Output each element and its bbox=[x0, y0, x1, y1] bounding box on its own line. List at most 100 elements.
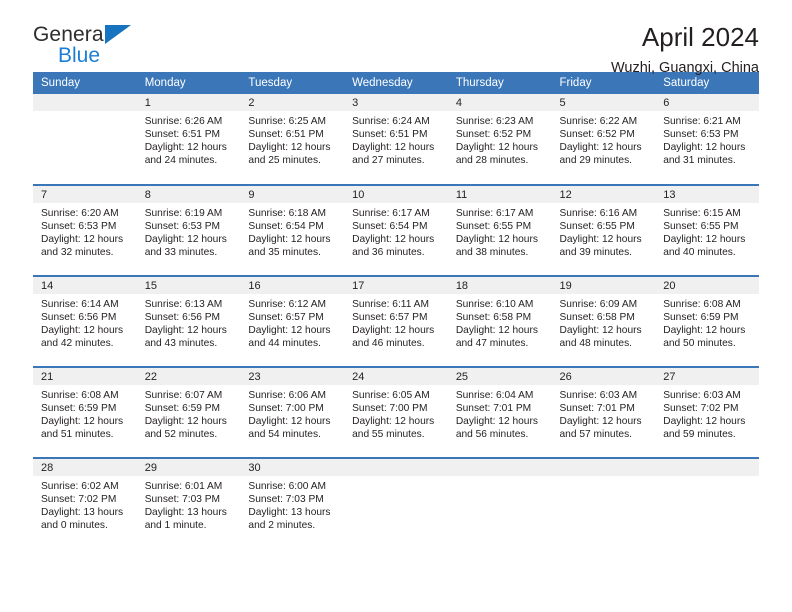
day-detail-line: Daylight: 12 hours bbox=[455, 325, 538, 337]
day-detail-line: Daylight: 12 hours bbox=[248, 416, 331, 428]
day-cell[interactable]: 6 Sunrise: 6:21 AM Sunset: 6:53 PM Daylight… bbox=[655, 94, 759, 185]
day-detail-line: Daylight: 12 hours bbox=[352, 416, 435, 428]
day-cell[interactable]: 2 Sunrise: 6:25 AM Sunset: 6:51 PM Daylight… bbox=[240, 94, 345, 185]
day-detail-line: Daylight: 12 hours bbox=[41, 325, 124, 337]
day-details bbox=[344, 476, 448, 480]
day-detail-line: Sunrise: 6:15 AM bbox=[663, 208, 741, 219]
day-cell[interactable]: 19 Sunrise: 6:09 AM Sunset: 6:58 PM Dayligh… bbox=[551, 275, 656, 367]
day-details: Sunrise: 6:09 AM Sunset: 6:58 PM Daylight:… bbox=[552, 294, 656, 350]
day-cell-empty bbox=[344, 457, 448, 549]
day-cell[interactable]: 5 Sunrise: 6:22 AM Sunset: 6:52 PM Daylight… bbox=[551, 94, 656, 185]
calendar-week-row: 14 Sunrise: 6:14 AM Sunset: 6:56 PM Dayligh… bbox=[33, 275, 759, 367]
day-detail-line: Daylight: 13 hours bbox=[248, 507, 331, 519]
day-cell[interactable]: 25 Sunrise: 6:04 AM Sunset: 7:01 PM Dayligh… bbox=[447, 366, 552, 458]
day-cell-inner: 12 Sunrise: 6:16 AM Sunset: 6:55 PM Dayligh… bbox=[551, 186, 656, 275]
day-number: 13 bbox=[655, 186, 759, 203]
day-cell[interactable]: 18 Sunrise: 6:10 AM Sunset: 6:58 PM Dayligh… bbox=[447, 275, 552, 367]
weekday-header-thursday: Thursday bbox=[447, 72, 552, 94]
day-detail-line: Daylight: 12 hours bbox=[248, 142, 331, 154]
day-detail-line: Daylight: 12 hours bbox=[663, 325, 746, 337]
day-cell-inner bbox=[655, 459, 759, 549]
day-detail-line: and 51 minutes. bbox=[41, 429, 114, 441]
day-detail-line: Daylight: 12 hours bbox=[144, 234, 227, 246]
day-detail-line: Sunrise: 6:06 AM bbox=[248, 390, 326, 401]
day-cell-inner: 16 Sunrise: 6:12 AM Sunset: 6:57 PM Dayligh… bbox=[240, 277, 345, 366]
day-cell[interactable]: 16 Sunrise: 6:12 AM Sunset: 6:57 PM Dayligh… bbox=[240, 275, 345, 367]
day-detail-line: and 46 minutes. bbox=[352, 338, 425, 350]
day-number: 5 bbox=[551, 94, 656, 111]
day-number: 22 bbox=[136, 368, 241, 385]
day-cell[interactable]: 30 Sunrise: 6:00 AM Sunset: 7:03 PM Dayligh… bbox=[240, 457, 345, 549]
day-detail-line: Sunrise: 6:00 AM bbox=[248, 481, 326, 492]
day-details: Sunrise: 6:16 AM Sunset: 6:55 PM Daylight:… bbox=[552, 203, 656, 259]
day-detail-line: Sunrise: 6:05 AM bbox=[352, 390, 430, 401]
day-cell[interactable]: 15 Sunrise: 6:13 AM Sunset: 6:56 PM Dayligh… bbox=[136, 275, 241, 367]
day-detail-line: Sunrise: 6:17 AM bbox=[352, 208, 430, 219]
day-cell[interactable]: 20 Sunrise: 6:08 AM Sunset: 6:59 PM Dayligh… bbox=[655, 275, 759, 367]
general-blue-logo: General Blue bbox=[33, 22, 163, 67]
day-cell[interactable]: 11 Sunrise: 6:17 AM Sunset: 6:55 PM Dayligh… bbox=[447, 184, 552, 276]
day-cell[interactable]: 28 Sunrise: 6:02 AM Sunset: 7:02 PM Dayligh… bbox=[33, 457, 137, 549]
day-cell[interactable]: 13 Sunrise: 6:15 AM Sunset: 6:55 PM Dayligh… bbox=[655, 184, 759, 276]
calendar-week-row: 7 Sunrise: 6:20 AM Sunset: 6:53 PM Daylight… bbox=[33, 184, 759, 276]
day-detail-line: Daylight: 12 hours bbox=[455, 142, 538, 154]
calendar-week-row: 28 Sunrise: 6:02 AM Sunset: 7:02 PM Dayligh… bbox=[33, 457, 759, 549]
day-cell[interactable]: 23 Sunrise: 6:06 AM Sunset: 7:00 PM Dayligh… bbox=[240, 366, 345, 458]
day-detail-line: Daylight: 12 hours bbox=[144, 142, 227, 154]
day-details: Sunrise: 6:12 AM Sunset: 6:57 PM Daylight:… bbox=[240, 294, 344, 350]
day-cell[interactable]: 9 Sunrise: 6:18 AM Sunset: 6:54 PM Daylight… bbox=[240, 184, 345, 276]
day-detail-line: Sunset: 6:56 PM bbox=[144, 312, 221, 324]
day-cell[interactable]: 17 Sunrise: 6:11 AM Sunset: 6:57 PM Dayligh… bbox=[344, 275, 448, 367]
day-cell-inner: 11 Sunrise: 6:17 AM Sunset: 6:55 PM Dayligh… bbox=[447, 186, 552, 275]
day-detail-line: and 28 minutes. bbox=[455, 155, 529, 167]
day-cell[interactable]: 27 Sunrise: 6:03 AM Sunset: 7:02 PM Dayligh… bbox=[655, 366, 759, 458]
day-cell-inner bbox=[33, 94, 137, 184]
day-detail-line: and 57 minutes. bbox=[559, 429, 633, 441]
day-detail-line: Sunrise: 6:16 AM bbox=[559, 208, 638, 219]
day-details: Sunrise: 6:22 AM Sunset: 6:52 PM Daylight:… bbox=[552, 111, 656, 167]
day-detail-line: and 44 minutes. bbox=[248, 338, 321, 350]
day-cell-inner: 20 Sunrise: 6:08 AM Sunset: 6:59 PM Dayligh… bbox=[655, 277, 759, 366]
day-cell[interactable]: 26 Sunrise: 6:03 AM Sunset: 7:01 PM Dayligh… bbox=[551, 366, 656, 458]
calendar-page: General Blue April 2024 Wuzhi, Guangxi, … bbox=[0, 0, 792, 612]
day-details: Sunrise: 6:17 AM Sunset: 6:54 PM Daylight:… bbox=[344, 203, 448, 259]
day-number: 20 bbox=[655, 277, 759, 294]
day-detail-line: Daylight: 13 hours bbox=[144, 507, 227, 519]
day-detail-line: Sunset: 7:02 PM bbox=[41, 494, 117, 506]
day-cell-inner: 2 Sunrise: 6:25 AM Sunset: 6:51 PM Daylight… bbox=[240, 94, 345, 184]
day-cell[interactable]: 29 Sunrise: 6:01 AM Sunset: 7:03 PM Dayligh… bbox=[136, 457, 241, 549]
day-detail-line: Daylight: 12 hours bbox=[352, 142, 435, 154]
day-cell[interactable]: 24 Sunrise: 6:05 AM Sunset: 7:00 PM Dayligh… bbox=[344, 366, 448, 458]
day-details: Sunrise: 6:02 AM Sunset: 7:02 PM Daylight:… bbox=[33, 476, 137, 532]
day-cell[interactable]: 1 Sunrise: 6:26 AM Sunset: 6:51 PM Daylight… bbox=[136, 94, 241, 185]
day-number: 11 bbox=[447, 186, 552, 203]
day-cell-inner: 17 Sunrise: 6:11 AM Sunset: 6:57 PM Dayligh… bbox=[344, 277, 448, 366]
day-detail-line: Sunset: 6:53 PM bbox=[41, 221, 117, 233]
day-cell[interactable]: 7 Sunrise: 6:20 AM Sunset: 6:53 PM Daylight… bbox=[33, 184, 137, 276]
day-cell[interactable]: 12 Sunrise: 6:16 AM Sunset: 6:55 PM Dayligh… bbox=[551, 184, 656, 276]
day-number: 12 bbox=[551, 186, 656, 203]
day-detail-line: Sunrise: 6:01 AM bbox=[144, 481, 223, 492]
day-cell[interactable]: 14 Sunrise: 6:14 AM Sunset: 6:56 PM Dayligh… bbox=[33, 275, 137, 367]
day-detail-line: Sunrise: 6:25 AM bbox=[248, 116, 326, 127]
day-detail-line: Daylight: 12 hours bbox=[248, 325, 331, 337]
day-cell[interactable]: 21 Sunrise: 6:08 AM Sunset: 6:59 PM Dayligh… bbox=[33, 366, 137, 458]
day-detail-line: Daylight: 12 hours bbox=[559, 234, 642, 246]
day-detail-line: Sunset: 7:03 PM bbox=[248, 494, 324, 506]
day-cell-inner: 15 Sunrise: 6:13 AM Sunset: 6:56 PM Dayligh… bbox=[136, 277, 241, 366]
day-detail-line: Sunset: 6:55 PM bbox=[455, 221, 532, 233]
day-cell[interactable]: 3 Sunrise: 6:24 AM Sunset: 6:51 PM Daylight… bbox=[344, 94, 448, 185]
day-details bbox=[655, 476, 759, 480]
day-detail-line: Sunset: 6:57 PM bbox=[248, 312, 324, 324]
day-detail-line: and 32 minutes. bbox=[41, 247, 114, 259]
day-cell[interactable]: 22 Sunrise: 6:07 AM Sunset: 6:59 PM Dayligh… bbox=[136, 366, 241, 458]
day-details: Sunrise: 6:25 AM Sunset: 6:51 PM Daylight:… bbox=[240, 111, 344, 167]
day-cell[interactable]: 10 Sunrise: 6:17 AM Sunset: 6:54 PM Dayligh… bbox=[344, 184, 448, 276]
day-detail-line: Sunrise: 6:07 AM bbox=[144, 390, 223, 401]
day-number: 28 bbox=[33, 459, 137, 476]
day-cell[interactable]: 8 Sunrise: 6:19 AM Sunset: 6:53 PM Daylight… bbox=[136, 184, 241, 276]
day-number: 15 bbox=[136, 277, 241, 294]
day-number: 29 bbox=[136, 459, 241, 476]
day-cell[interactable]: 4 Sunrise: 6:23 AM Sunset: 6:52 PM Daylight… bbox=[447, 94, 552, 185]
day-detail-line: Sunset: 6:59 PM bbox=[41, 403, 117, 415]
